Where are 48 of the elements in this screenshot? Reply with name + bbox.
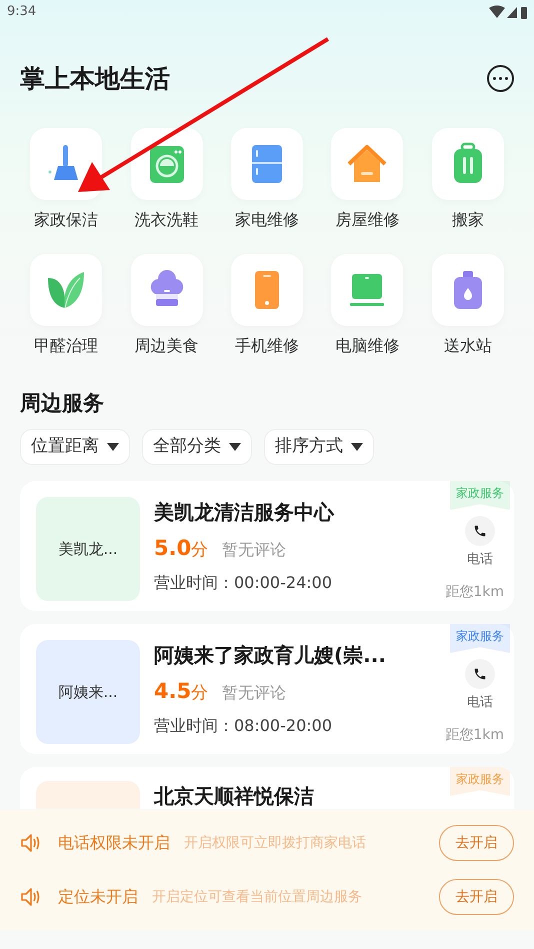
shop-card[interactable]: 美凯龙... 美凯龙清洁服务中心 5.0分 暂无评论 营业时间：00:00-24:00 家政服务 电话 距您1km — [20, 481, 514, 611]
category-tag: 家政服务 — [450, 624, 510, 653]
category-item[interactable]: 手机维修 — [216, 254, 318, 358]
notice-title: 电话权限未开启 — [58, 832, 170, 854]
speaker-icon — [20, 887, 42, 907]
caret-icon — [229, 443, 241, 451]
notice-text: 开启权限可立即拨打商家电话 — [184, 834, 366, 852]
category-item[interactable]: 搬家 — [418, 128, 518, 232]
shop-thumbnail: 阿姨来... — [36, 640, 140, 744]
category-item[interactable]: 房屋维修 — [317, 128, 418, 232]
business-hours: 营业时间：00:00-24:00 — [154, 572, 333, 594]
page-title: 掌上本地生活 — [20, 63, 170, 95]
review-count: 暂无评论 — [222, 682, 286, 704]
category-item[interactable]: 甲醛治理 — [16, 254, 116, 358]
filter-dropdown[interactable]: 位置距离 — [20, 429, 130, 465]
shop-score: 5.0分 — [154, 535, 208, 562]
distance-text: 距您1km — [445, 583, 504, 602]
shop-thumbnail: 美凯龙... — [36, 497, 140, 601]
section-title: 周边服务 — [18, 390, 105, 416]
phone-handset-icon — [473, 667, 487, 681]
category-item[interactable]: 送水站 — [418, 254, 518, 358]
caret-icon — [351, 443, 363, 451]
category-tag: 家政服务 — [450, 767, 510, 796]
speaker-icon — [20, 833, 42, 853]
notice-text: 开启定位可查看当前位置周边服务 — [152, 888, 362, 906]
distance-text: 距您1km — [445, 726, 504, 745]
shop-name: 美凯龙清洁服务中心 — [154, 499, 334, 526]
category-tag: 家政服务 — [450, 481, 510, 510]
status-icons — [489, 5, 527, 19]
shop-name: 北京天顺祥悦保洁 — [154, 783, 314, 809]
review-count: 暂无评论 — [222, 539, 286, 561]
filter-dropdown[interactable]: 排序方式 — [264, 429, 374, 465]
shop-name: 阿姨来了家政育儿嫂(崇... — [154, 642, 386, 669]
category-item[interactable]: 周边美食 — [116, 254, 217, 358]
filter-dropdown[interactable]: 全部分类 — [142, 429, 252, 465]
shop-card[interactable]: 北京天顺祥悦保洁 家政服务 — [20, 767, 514, 809]
caret-icon — [107, 443, 119, 451]
shop-score: 4.5分 — [154, 678, 208, 705]
category-item[interactable]: 家政保洁 — [16, 128, 116, 232]
category-item[interactable]: 电脑维修 — [317, 254, 418, 358]
phone-handset-icon — [473, 524, 487, 538]
business-hours: 营业时间：08:00-20:00 — [154, 714, 333, 736]
category-item[interactable]: 家电维修 — [216, 128, 318, 232]
shop-card[interactable]: 阿姨来... 阿姨来了家政育儿嫂(崇... 4.5分 暂无评论 营业时间：08:00-20:00 家政服务 电话 距您1km — [20, 624, 514, 754]
status-time: 9:34 — [7, 3, 36, 22]
category-item[interactable]: 洗衣洗鞋 — [116, 128, 217, 232]
notice-title: 定位未开启 — [58, 886, 138, 908]
more-button[interactable] — [487, 65, 514, 92]
